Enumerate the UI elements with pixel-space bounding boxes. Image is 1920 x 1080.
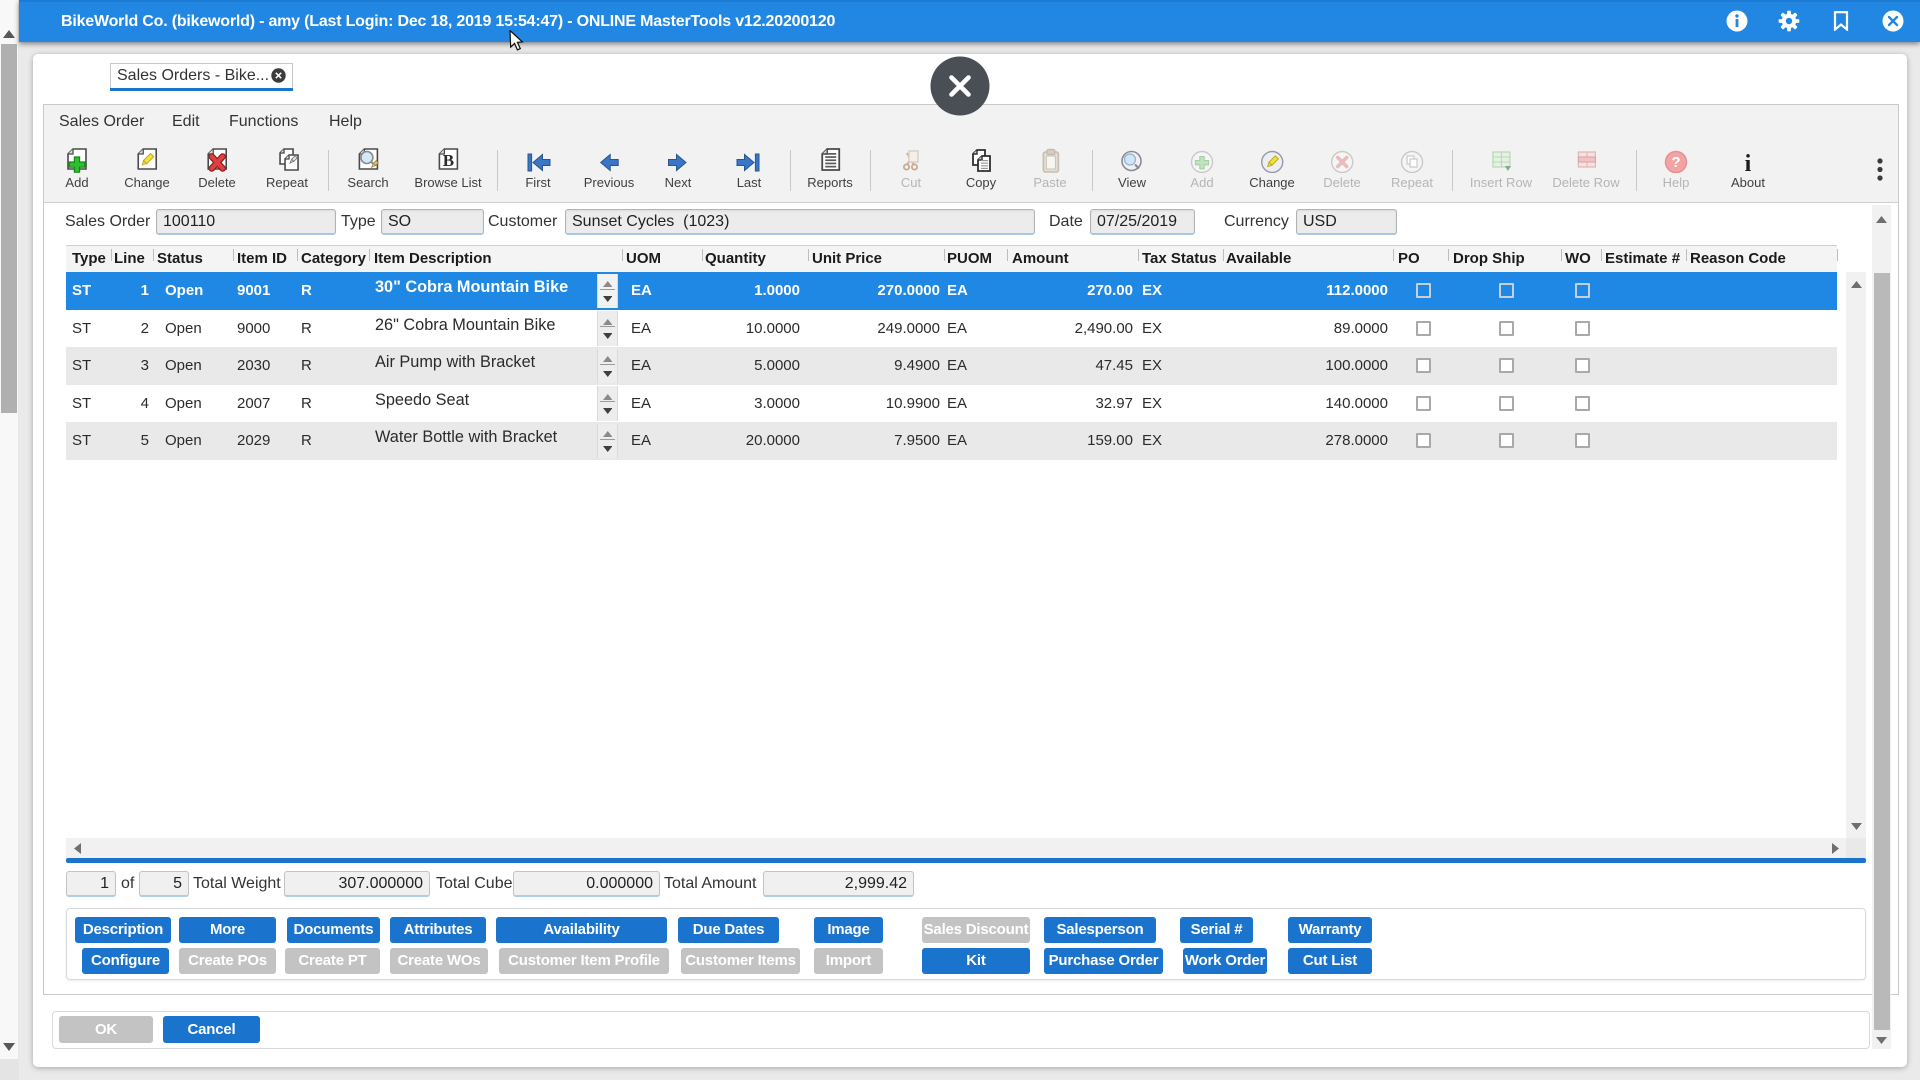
svg-text:?: ? (1671, 154, 1680, 171)
svg-text:i: i (1745, 151, 1752, 173)
svg-text:B: B (442, 151, 453, 170)
